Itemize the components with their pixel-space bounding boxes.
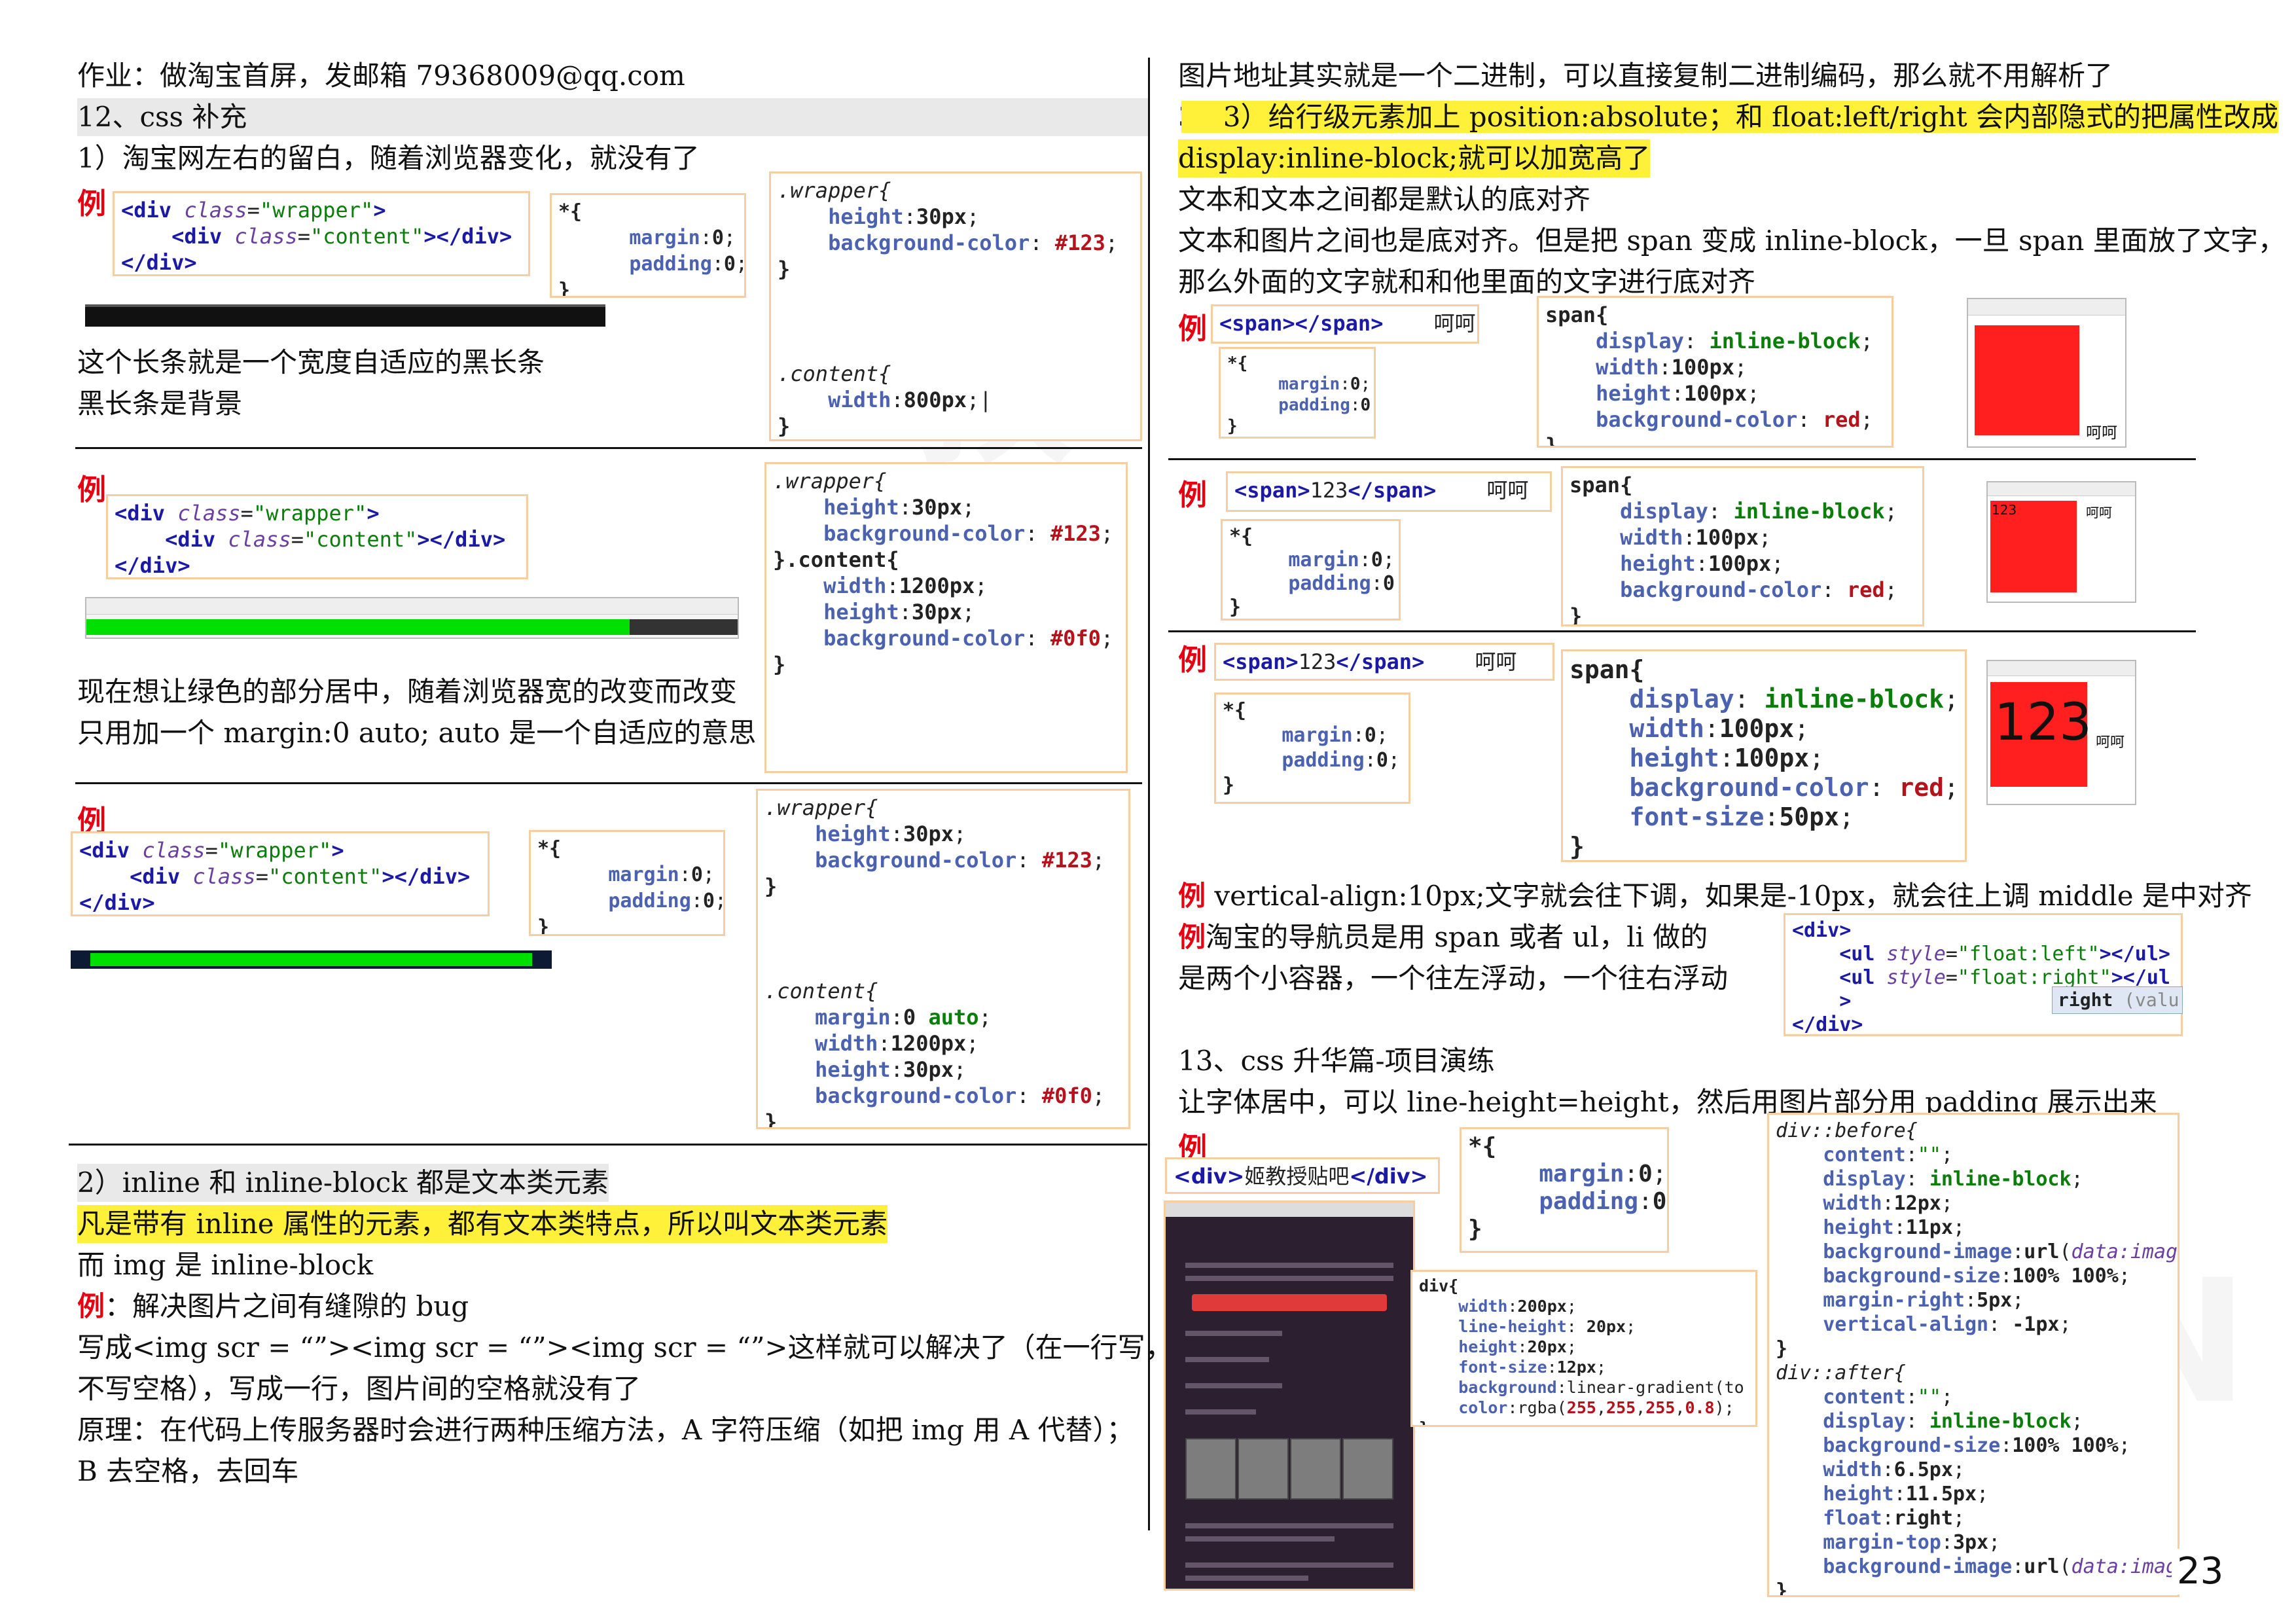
preview-123-large: 123 xyxy=(1994,693,2092,752)
img-oneline-fix: 写成<img scr = “”><img scr = “”><img scr =… xyxy=(77,1331,1228,1363)
code-span-empty: <span></span> 呵呵 xyxy=(1211,304,1479,344)
example-label: 例 xyxy=(77,473,106,507)
code-html-wrapper-3: <div class="wrapper"> <div class="conten… xyxy=(71,831,490,916)
point-1: 1）淘宝网左右的留白，随着浏览器变化，就没有了 xyxy=(77,142,700,174)
section-divider xyxy=(75,447,1142,449)
code-span-123-c: <span>123</span> 呵呵 xyxy=(1214,643,1554,681)
section-divider xyxy=(75,782,1142,784)
code-reset-3: *{ margin:0; padding:0; } xyxy=(529,830,725,936)
img-oneline-fix-2: 不写空格），写成一行，图片间的空格就没有了 xyxy=(77,1373,641,1405)
section-12-title: 12、css 补充 xyxy=(77,98,1148,136)
browser-preview-green xyxy=(85,597,739,639)
autocomplete-popup[interactable]: right (valu xyxy=(2052,986,2183,1014)
code-span-css-c: span{ display: inline-block; width:100px… xyxy=(1561,649,1967,862)
code-html-wrapper-1: <div class="wrapper"> <div class="conten… xyxy=(113,191,530,276)
example-label: 例 xyxy=(1178,478,1207,512)
code-span-css-b: span{ display: inline-block; width:100px… xyxy=(1561,466,1924,626)
phone-preview xyxy=(1164,1200,1415,1591)
point-3-line-2: display:inline-block;就可以加宽高了 xyxy=(1178,139,1651,177)
black-bar-preview xyxy=(85,304,605,327)
text-baseline-line: 文本和文本之间都是默认的底对齐 xyxy=(1178,183,1591,215)
code-reset-c: *{ margin:0; padding:0; } xyxy=(1214,693,1410,804)
example-label: 例 xyxy=(1178,312,1207,346)
image-binary-line: 图片地址其实就是一个二进制，可以直接复制二进制编码，那么就不用解析了 xyxy=(1178,60,2113,92)
code-div-css: div{ width:200px; line-height: 20px; hei… xyxy=(1410,1270,1757,1427)
section-divider xyxy=(69,1144,1147,1146)
code-html-wrapper-2: <div class="wrapper"> <div class="conten… xyxy=(106,494,528,579)
code-reset-1: *{ margin:0; padding:0; } xyxy=(550,193,746,298)
section-divider xyxy=(1168,458,2196,460)
vertical-align-line: 例 vertical-align:10px;文字就会往下调，如果是-10px，就… xyxy=(1178,880,2252,912)
margin-auto-line: 只用加一个 margin:0 auto; auto 是一个自适应的意思 xyxy=(77,717,757,749)
float-containers-line: 是两个小容器，一个往左浮动，一个往右浮动 xyxy=(1178,962,1729,994)
img-gap-bug: 例：解决图片之间有缝隙的 bug xyxy=(77,1290,469,1322)
nav-line: 例淘宝的导航员是用 span 或者 ul，li 做的 xyxy=(1178,921,1708,953)
code-reset-a: *{ margin:0; padding:0; } xyxy=(1219,347,1376,439)
example-label: 例 xyxy=(1178,643,1207,677)
compression-principle: 原理：在代码上传服务器时会进行两种压缩方法，A 字符压缩（如把 img 用 A … xyxy=(77,1414,1134,1446)
code-span-123-b: <span>123</span> 呵呵 xyxy=(1226,471,1552,512)
code-css-1: .wrapper{ height:30px; background-color:… xyxy=(769,171,1142,441)
browser-preview-c: 123 呵呵 xyxy=(1986,660,2136,805)
homework-line: 作业：做淘宝首屏，发邮箱 79368009@qq.com xyxy=(77,60,685,92)
code-ul-float: <div> <ul style="float:left"></ul> <ul s… xyxy=(1784,913,2183,1036)
black-bar-background: 黑长条是背景 xyxy=(77,388,243,420)
centered-green-bar-preview xyxy=(71,950,552,969)
code-div-jiaoshou: <div>姬教授贴吧</div> xyxy=(1165,1157,1440,1194)
section-2-title: 2）inline 和 inline-block 都是文本类元素 xyxy=(77,1164,609,1202)
image-baseline-line: 文本和图片之间也是底对齐。但是把 span 变成 inline-block，一旦… xyxy=(1178,225,2286,257)
page-number: 23 xyxy=(2172,1549,2229,1595)
compression-principle-2: B 去空格，去回车 xyxy=(77,1455,299,1487)
point-3-line: 3）3）给行级元素加上 position:absolute；和 float:le… xyxy=(1178,98,2278,136)
black-bar-explanation: 这个长条就是一个宽度自适应的黑长条 xyxy=(77,346,545,378)
example-label: 例 xyxy=(77,187,106,221)
section-divider xyxy=(1168,630,2196,632)
section-13-title: 13、css 升华篇-项目演练 xyxy=(1178,1045,1495,1077)
preview-hehe: 呵呵 xyxy=(2086,424,2117,442)
code-reset-d: *{ margin:0; padding:0; } xyxy=(1460,1127,1669,1253)
browser-preview-a: 呵呵 xyxy=(1967,298,2126,448)
center-green-line: 现在想让绿色的部分居中，随着浏览器宽的改变而改变 xyxy=(77,676,738,708)
preview-123: 123 xyxy=(1992,502,2017,518)
browser-preview-b: 123 呵呵 xyxy=(1986,481,2136,603)
code-span-css-a: span{ display: inline-block; width:100px… xyxy=(1537,296,1893,448)
code-reset-b: *{ margin:0; padding:0; } xyxy=(1221,519,1401,621)
code-css-3: .wrapper{ height:30px; background-color:… xyxy=(756,789,1130,1129)
example-label: 例 xyxy=(77,1290,105,1322)
code-before-after: div::before{ content:""; display: inline… xyxy=(1767,1113,2179,1597)
section-2-highlight: 凡是带有 inline 属性的元素，都有文本类特点，所以叫文本类元素 xyxy=(77,1205,888,1243)
img-inline-block: 而 img 是 inline-block xyxy=(77,1249,374,1281)
code-css-2: .wrapper{ height:30px; background-color:… xyxy=(764,462,1128,773)
column-divider xyxy=(1148,58,1150,1530)
preview-hehe: 呵呵 xyxy=(2086,505,2112,520)
preview-hehe: 呵呵 xyxy=(2096,734,2125,751)
